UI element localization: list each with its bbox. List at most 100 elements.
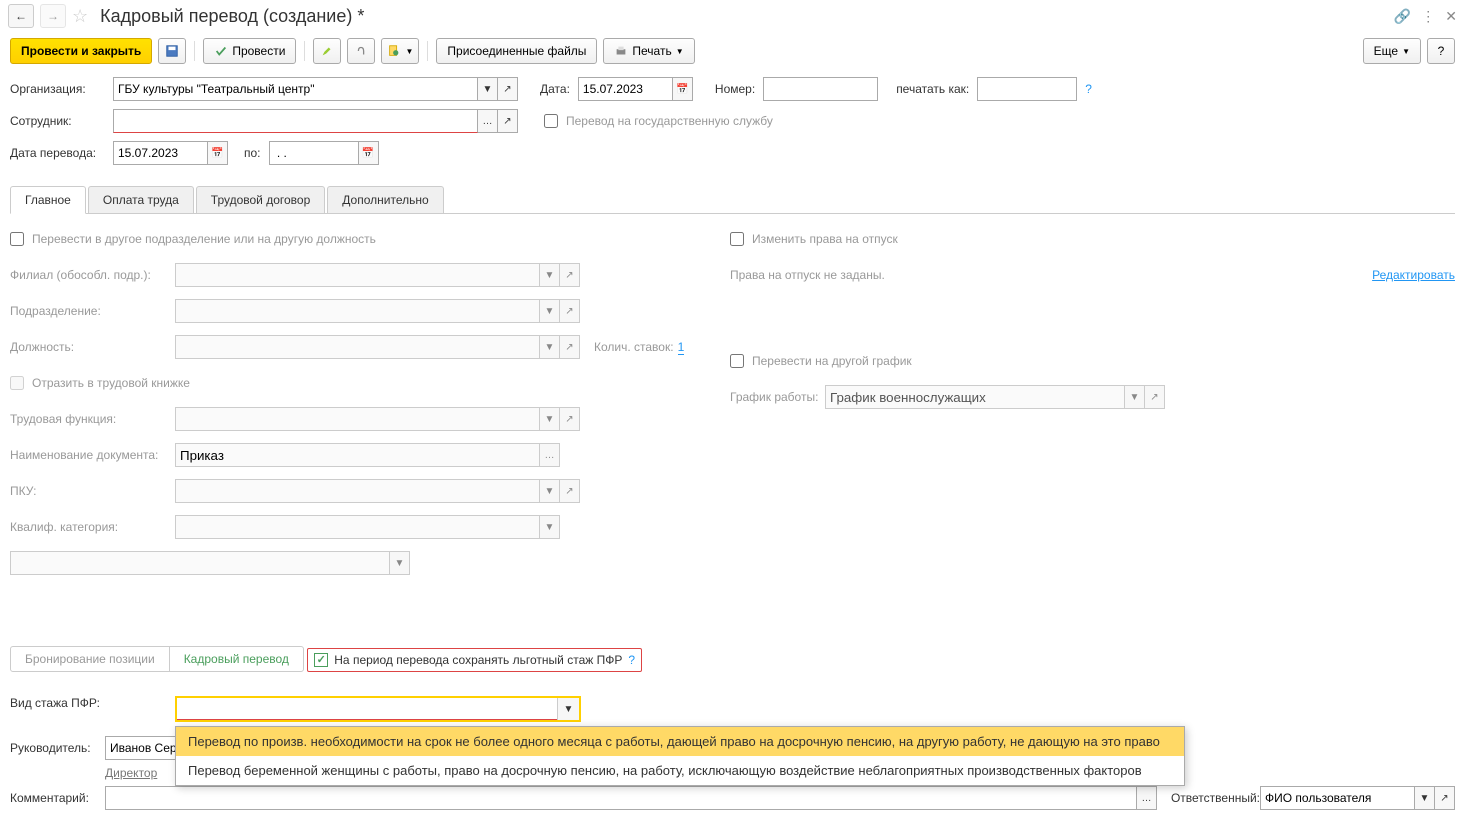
post-close-button[interactable]: Провести и закрыть — [10, 38, 152, 64]
edit-vacation-link[interactable]: Редактировать — [1372, 268, 1455, 282]
func-label: Трудовая функция: — [10, 412, 175, 426]
doc-icon — [387, 44, 401, 58]
pku-dd: ▼ — [540, 479, 560, 503]
extra-dd[interactable]: ▼ — [390, 551, 410, 575]
pfr-option-1[interactable]: Перевод по произв. необходимости на срок… — [176, 727, 1184, 756]
func-dd: ▼ — [540, 407, 560, 431]
schedule-input — [825, 385, 1125, 409]
transfer-date-calendar-button[interactable]: 📅 — [208, 141, 228, 165]
to-date-calendar-button[interactable]: 📅 — [359, 141, 379, 165]
position-dd: ▼ — [540, 335, 560, 359]
position-input — [175, 335, 540, 359]
schedule-open: ↗ — [1145, 385, 1165, 409]
position-link[interactable]: Директор — [105, 766, 157, 780]
attached-files-button[interactable]: Присоединенные файлы — [436, 38, 597, 64]
func-open: ↗ — [560, 407, 580, 431]
window-title: Кадровый перевод (создание) * — [100, 6, 364, 27]
date-input[interactable] — [578, 77, 673, 101]
transfer-date-label: Дата перевода: — [10, 146, 105, 160]
dept-label: Подразделение: — [10, 304, 175, 318]
rates-label: Колич. ставок: — [594, 340, 674, 354]
responsible-open[interactable]: ↗ — [1435, 786, 1455, 810]
tab-payment[interactable]: Оплата труда — [88, 186, 194, 213]
employee-open-button[interactable]: ↗ — [498, 109, 518, 133]
print-as-label: печатать как: — [896, 82, 969, 96]
pfr-dropdown-button[interactable]: ▼ — [557, 698, 579, 720]
pku-label: ПКУ: — [10, 484, 175, 498]
change-vacation-checkbox[interactable] — [730, 232, 744, 246]
dept-open: ↗ — [560, 299, 580, 323]
pfr-help-icon[interactable]: ? — [628, 653, 635, 667]
comment-select[interactable]: … — [1137, 786, 1157, 810]
pfr-checkbox-label: На период перевода сохранять льготный ст… — [334, 653, 622, 667]
branch-dd: ▼ — [540, 263, 560, 287]
gov-service-checkbox[interactable] — [544, 114, 558, 128]
help-button[interactable]: ? — [1427, 38, 1455, 64]
pfr-type-input[interactable] — [177, 698, 557, 720]
to-date-input[interactable] — [269, 141, 359, 165]
change-vacation-label: Изменить права на отпуск — [752, 232, 898, 246]
employee-select-button[interactable]: … — [478, 109, 498, 133]
pku-input — [175, 479, 540, 503]
org-dropdown-button[interactable]: ▼ — [478, 77, 498, 101]
doc-name-label: Наименование документа: — [10, 448, 175, 462]
dept-dd: ▼ — [540, 299, 560, 323]
qual-dd: ▼ — [540, 515, 560, 539]
doc-name-select[interactable]: … — [540, 443, 560, 467]
print-icon — [614, 44, 628, 58]
date-calendar-button[interactable]: 📅 — [673, 77, 693, 101]
paperclip-icon — [354, 44, 368, 58]
book-label: Отразить в трудовой книжке — [32, 376, 190, 390]
responsible-input[interactable] — [1260, 786, 1415, 810]
qual-input — [175, 515, 540, 539]
to-label: по: — [244, 146, 261, 160]
nav-back-button[interactable]: ← — [8, 4, 34, 28]
pfr-checkbox[interactable]: ✓ — [314, 653, 328, 667]
transfer-schedule-label: Перевести на другой график — [752, 354, 912, 368]
org-open-button[interactable]: ↗ — [498, 77, 518, 101]
favorite-icon[interactable]: ☆ — [72, 6, 88, 27]
transfer-schedule-checkbox[interactable] — [730, 354, 744, 368]
schedule-label: График работы: — [730, 390, 825, 404]
employee-input[interactable] — [113, 109, 478, 133]
responsible-dd[interactable]: ▼ — [1415, 786, 1435, 810]
extra-input[interactable] — [10, 551, 390, 575]
save-button[interactable] — [158, 38, 186, 64]
doc-name-input[interactable] — [175, 443, 540, 467]
position-open: ↗ — [560, 335, 580, 359]
schedule-dd: ▼ — [1125, 385, 1145, 409]
transfer-other-label: Перевести в другое подразделение или на … — [32, 232, 376, 246]
employee-label: Сотрудник: — [10, 114, 105, 128]
sub-tab-transfer[interactable]: Кадровый перевод — [170, 647, 303, 671]
org-input[interactable] — [113, 77, 478, 101]
tab-main[interactable]: Главное — [10, 186, 86, 214]
nav-forward-button[interactable]: → — [40, 4, 66, 28]
transfer-date-input[interactable] — [113, 141, 208, 165]
responsible-label: Ответственный: — [1171, 791, 1260, 805]
sub-tab-booking[interactable]: Бронирование позиции — [11, 647, 170, 671]
attach-button[interactable] — [347, 38, 375, 64]
pfr-dropdown: Перевод по произв. необходимости на срок… — [175, 726, 1185, 786]
pfr-option-2[interactable]: Перевод беременной женщины с работы, пра… — [176, 756, 1184, 785]
manager-label: Руководитель: — [10, 741, 105, 755]
position-label: Должность: — [10, 340, 175, 354]
more-button[interactable]: Еще ▼ — [1363, 38, 1421, 64]
tab-contract[interactable]: Трудовой договор — [196, 186, 325, 213]
print-as-input[interactable] — [977, 77, 1077, 101]
create-based-button[interactable]: ▼ — [381, 38, 419, 64]
pfr-type-label: Вид стажа ПФР: — [10, 696, 175, 710]
close-icon[interactable]: ✕ — [1445, 8, 1457, 25]
tab-additional[interactable]: Дополнительно — [327, 186, 443, 213]
date-label: Дата: — [540, 82, 570, 96]
number-input[interactable] — [763, 77, 878, 101]
func-input — [175, 407, 540, 431]
post-button[interactable]: Провести — [203, 38, 296, 64]
menu-icon[interactable]: ⋮ — [1421, 8, 1435, 25]
highlight-button[interactable] — [313, 38, 341, 64]
link-icon[interactable]: 🔗 — [1394, 8, 1411, 25]
print-as-help-icon[interactable]: ? — [1085, 82, 1092, 96]
comment-input[interactable] — [105, 786, 1137, 810]
transfer-other-checkbox[interactable] — [10, 232, 24, 246]
print-button[interactable]: Печать ▼ — [603, 38, 694, 64]
rates-link[interactable]: 1 — [678, 340, 685, 355]
